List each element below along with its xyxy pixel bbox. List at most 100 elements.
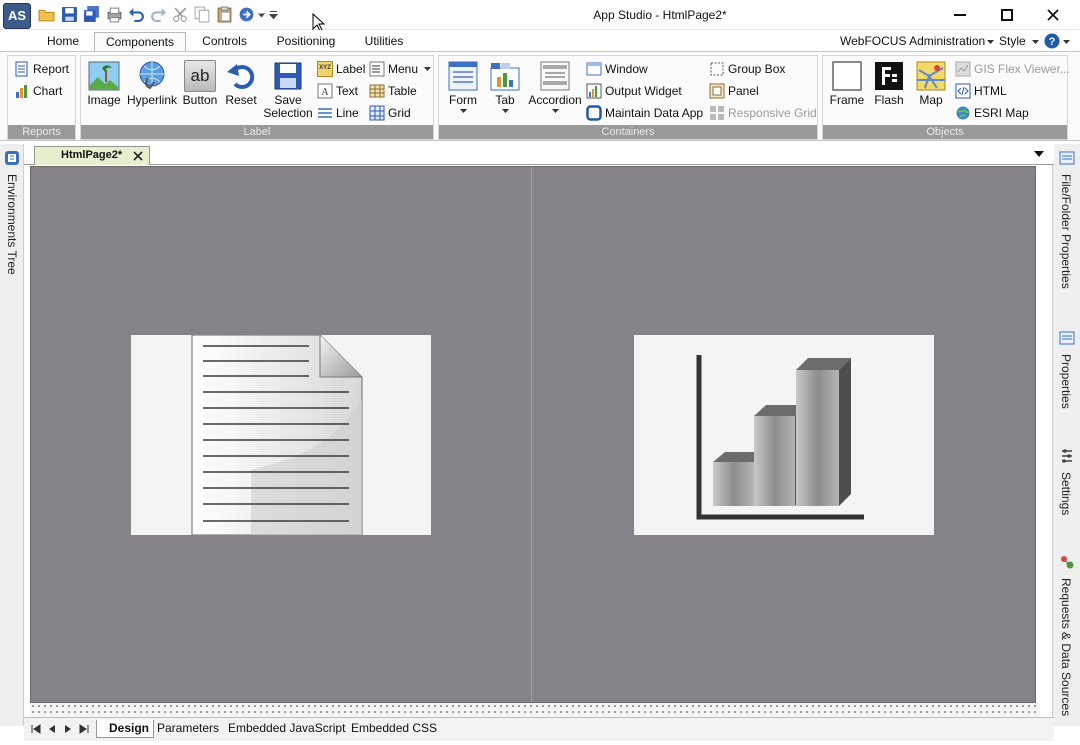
hyperlink-icon <box>139 61 165 90</box>
tab-components[interactable]: Components <box>94 32 186 53</box>
flash-icon <box>875 62 903 90</box>
maintain-data-app-icon <box>586 105 602 121</box>
cut-icon[interactable] <box>172 6 189 23</box>
save-selection-label-2: Selection <box>263 106 313 120</box>
svg-text:?: ? <box>1049 36 1056 48</box>
tab-controls[interactable]: Controls <box>192 32 257 52</box>
form-button[interactable]: Form <box>443 60 483 114</box>
save-selection-icon <box>274 62 302 90</box>
group-box-icon <box>710 62 724 76</box>
window-label: Window <box>605 62 648 76</box>
image-icon <box>88 61 120 91</box>
close-button[interactable] <box>1030 0 1076 30</box>
dropdown-icon[interactable] <box>257 6 266 23</box>
image-label: Image <box>87 93 121 107</box>
copy-icon[interactable] <box>194 6 211 23</box>
responsive-grid-icon <box>710 106 724 120</box>
line-label: Line <box>336 106 359 120</box>
tab-positioning[interactable]: Positioning <box>268 32 344 52</box>
customize-icon[interactable] <box>269 6 278 23</box>
html-icon <box>955 83 971 99</box>
gis-flex-viewer-icon <box>955 61 971 77</box>
environments-tree-icon[interactable] <box>4 150 20 166</box>
esri-map-icon <box>956 106 970 120</box>
requests-data-sources-tab[interactable]: Requests & Data Sources <box>1059 578 1073 716</box>
line-icon <box>318 108 332 118</box>
chevron-down-icon <box>551 109 559 113</box>
image-button[interactable]: Image <box>85 60 123 107</box>
requests-data-sources-icon[interactable] <box>1059 554 1075 570</box>
last-tab-icon[interactable] <box>78 723 90 735</box>
style-menu[interactable]: Style <box>999 33 1026 49</box>
settings-icon[interactable] <box>1059 448 1075 464</box>
webfocus-admin-menu[interactable]: WebFOCUS Administration <box>840 33 985 49</box>
esri-map-label: ESRI Map <box>974 106 1029 120</box>
text-label: Text <box>336 84 359 98</box>
chevron-down-icon <box>1032 40 1039 44</box>
tab-parameters[interactable]: Parameters <box>145 720 223 738</box>
reset-label: Reset <box>225 93 257 107</box>
paste-icon[interactable] <box>216 6 233 23</box>
undo-icon[interactable] <box>128 6 145 23</box>
save-icon[interactable] <box>61 6 78 23</box>
tab-embedded-css[interactable]: Embedded CSS <box>339 720 441 738</box>
accordion-button[interactable]: Accordion <box>527 60 583 114</box>
chevron-down-icon <box>459 109 467 113</box>
print-icon[interactable] <box>106 6 123 23</box>
file-folder-properties-icon[interactable] <box>1059 150 1075 166</box>
window-icon <box>586 62 602 76</box>
reset-button[interactable]: Reset <box>222 60 260 107</box>
tab-embedded-javascript[interactable]: Embedded JavaScript <box>216 720 349 738</box>
settings-tab[interactable]: Settings <box>1059 472 1073 515</box>
help-icon[interactable]: ? <box>1044 33 1060 49</box>
open-folder-icon[interactable] <box>38 6 55 23</box>
save-selection-button[interactable]: Save Selection <box>261 60 315 120</box>
generic-elements-group-label: Label <box>81 125 433 139</box>
flash-button[interactable]: Flash <box>869 60 909 107</box>
report-placeholder[interactable] <box>131 335 431 535</box>
objects-group-label: Objects <box>823 125 1067 139</box>
document-tab-label: HtmlPage2* <box>61 149 123 161</box>
app-logo[interactable]: AS <box>3 3 31 29</box>
next-tab-icon[interactable] <box>62 723 74 735</box>
chevron-down-icon <box>501 109 509 113</box>
design-canvas[interactable] <box>30 166 1036 703</box>
frame-button[interactable]: Frame <box>827 60 867 107</box>
first-tab-icon[interactable] <box>30 723 42 735</box>
bottom-tab-bar: Design Parameters Embedded JavaScript Em… <box>24 717 1054 741</box>
reports-group: Report Chart Reports <box>7 55 76 140</box>
tab-container-button[interactable]: Tab <box>487 60 523 114</box>
tab-container-icon <box>490 63 520 91</box>
maximize-icon <box>1001 9 1013 21</box>
save-all-icon[interactable] <box>83 6 100 23</box>
previous-tab-icon[interactable] <box>46 723 58 735</box>
accordion-label: Accordion <box>528 93 582 107</box>
chart-placeholder[interactable] <box>634 335 934 535</box>
bar-chart-icon <box>696 355 864 520</box>
tab-utilities[interactable]: Utilities <box>354 32 414 52</box>
close-tab-icon[interactable] <box>133 151 143 161</box>
redo-icon[interactable] <box>150 6 167 23</box>
ribbon: Report Chart Reports Image Hyperlink ab … <box>0 51 1080 141</box>
document-tab[interactable]: HtmlPage2* <box>34 146 150 165</box>
menu-label: Menu <box>388 62 419 76</box>
maximize-button[interactable] <box>984 0 1030 30</box>
run-icon[interactable] <box>238 6 255 23</box>
hyperlink-button[interactable]: Hyperlink <box>126 60 178 107</box>
generic-elements-group: Image Hyperlink ab Button Reset Save Sel… <box>80 55 434 140</box>
properties-tab[interactable]: Properties <box>1059 354 1073 409</box>
tab-list-dropdown-icon[interactable] <box>1034 151 1044 157</box>
environments-tree-tab[interactable]: Environments Tree <box>5 174 19 275</box>
button-button[interactable]: ab Button <box>180 60 220 107</box>
button-element-icon: ab <box>184 60 216 92</box>
properties-icon[interactable] <box>1059 330 1075 346</box>
tab-home[interactable]: Home <box>38 32 88 52</box>
table-label: Table <box>388 84 417 98</box>
table-icon <box>369 84 385 98</box>
chart-label: Chart <box>33 84 63 98</box>
minimize-button[interactable] <box>937 0 983 30</box>
map-button[interactable]: Map <box>911 60 951 107</box>
file-folder-properties-tab[interactable]: File/Folder Properties <box>1059 174 1073 289</box>
svg-text:A: A <box>321 87 329 98</box>
output-widget-icon <box>586 83 602 99</box>
